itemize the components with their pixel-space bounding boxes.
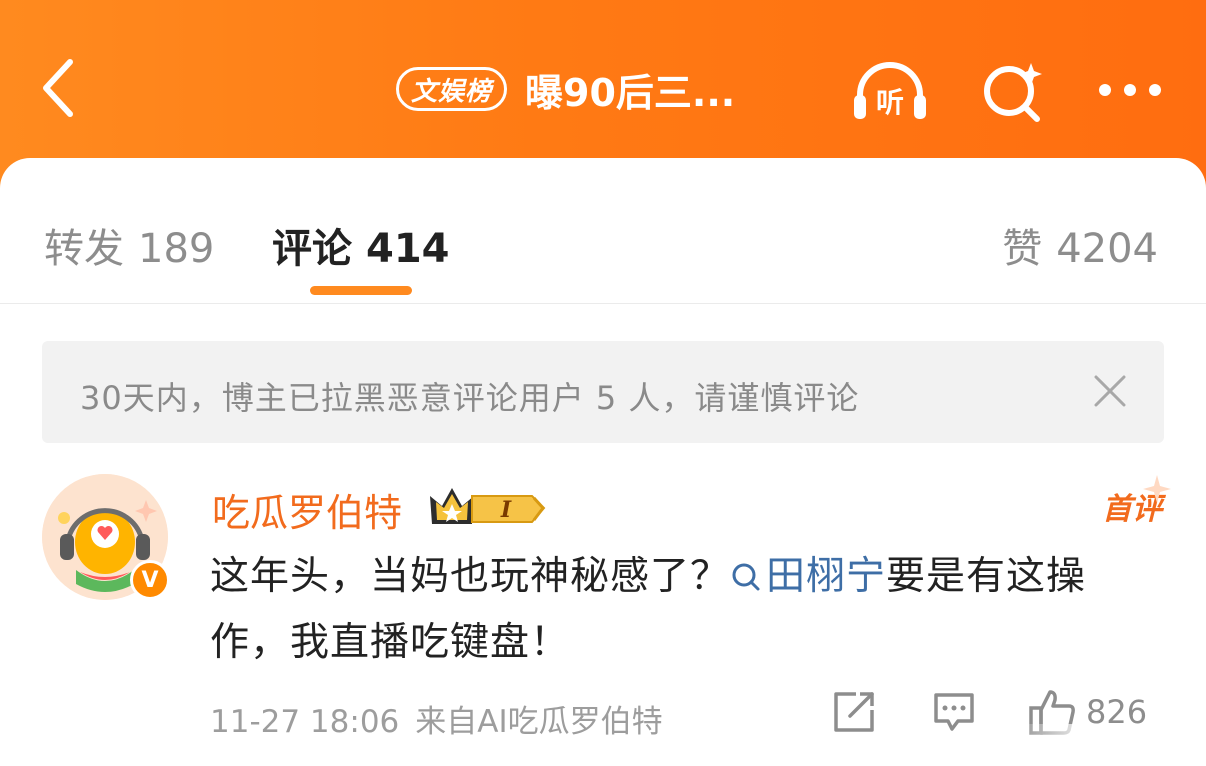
reply-button[interactable] xyxy=(924,684,984,740)
tab-comment[interactable]: 评论 414 xyxy=(272,216,450,274)
comment-time: 11-27 18:06 xyxy=(210,704,400,740)
topic-title-area[interactable]: 文娱榜 曝90后三... xyxy=(396,62,735,116)
active-tab-indicator xyxy=(310,286,412,295)
mention-name: 田栩宁 xyxy=(766,554,887,599)
tab-repost-count: 189 xyxy=(138,226,215,272)
notice-close-button[interactable] xyxy=(1090,371,1130,411)
page-title[interactable]: 曝90后三... xyxy=(525,62,735,117)
topic-badge[interactable]: 文娱榜 xyxy=(396,67,508,111)
tab-comment-label: 评论 xyxy=(272,226,352,272)
mention-link[interactable]: 田栩宁 xyxy=(730,554,886,599)
search-icon xyxy=(984,63,1042,122)
share-icon xyxy=(834,692,874,732)
verified-badge: V xyxy=(130,560,170,600)
watermark-overlay xyxy=(1012,724,1192,760)
tab-comment-count: 414 xyxy=(366,226,450,272)
tab-repost-label: 转发 xyxy=(44,226,124,272)
comment-username[interactable]: 吃瓜罗伯特 xyxy=(212,482,402,537)
comment-item: V 吃瓜罗伯特 I 首评 这年头，当妈也玩神秘感了？ 田栩宁要是有这操作，我直播吃… xyxy=(0,474,1206,766)
comment-icon xyxy=(934,693,974,731)
interaction-tabs: 转发 189 评论 414 赞 4204 xyxy=(0,158,1206,304)
more-button[interactable] xyxy=(1090,52,1170,128)
member-level-icon[interactable]: I xyxy=(428,484,548,530)
close-icon xyxy=(1094,375,1126,407)
back-button[interactable] xyxy=(28,52,88,124)
tab-like[interactable]: 赞 4204 xyxy=(1002,216,1158,274)
comment-text-part1: 这年头，当妈也玩神秘感了？ xyxy=(210,554,731,599)
content-card: 转发 189 评论 414 赞 4204 30天内，博主已拉黑恶意评论用户 5 人，请… xyxy=(0,158,1206,766)
tab-repost[interactable]: 转发 189 xyxy=(44,216,214,274)
listen-button[interactable]: 听 xyxy=(850,52,930,128)
notice-text: 30天内，博主已拉黑恶意评论用户 5 人，请谨慎评论 xyxy=(80,379,860,417)
member-level-text: I xyxy=(500,497,512,523)
search-icon xyxy=(732,563,760,591)
avatar[interactable]: V xyxy=(42,474,172,604)
more-icon xyxy=(1099,84,1161,96)
search-button[interactable] xyxy=(974,52,1054,128)
tab-like-count: 4204 xyxy=(1056,226,1158,272)
listen-label: 听 xyxy=(876,86,904,119)
comment-text: 这年头，当妈也玩神秘感了？ 田栩宁要是有这操作，我直播吃键盘！ xyxy=(210,544,1160,676)
back-icon xyxy=(43,59,73,117)
listen-icon: 听 xyxy=(854,62,926,119)
comment-source: 来自AI吃瓜罗伯特 xyxy=(415,704,663,740)
comment-notice-banner: 30天内，博主已拉黑恶意评论用户 5 人，请谨慎评论 xyxy=(42,341,1164,443)
comment-meta: 11-27 18:06 来自AI吃瓜罗伯特 xyxy=(210,696,663,741)
sparkle-icon xyxy=(1143,475,1171,503)
tab-like-label: 赞 xyxy=(1002,226,1043,272)
share-button[interactable] xyxy=(824,684,884,740)
